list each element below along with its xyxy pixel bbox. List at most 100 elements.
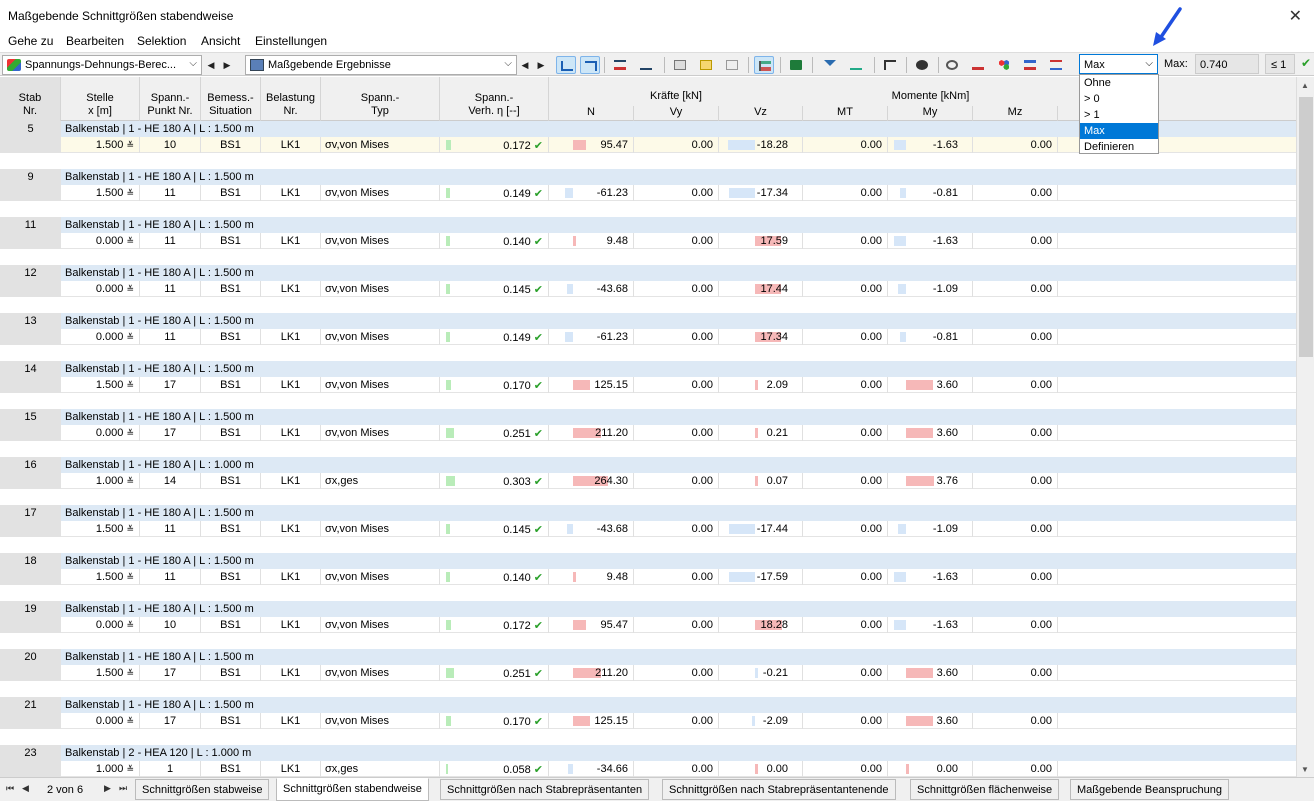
menu-ansicht[interactable]: Ansicht <box>201 34 240 48</box>
data-row[interactable]: 0.000 ≚ 10 BS1 LK1 σv,von Mises 0.172 ✔ … <box>61 617 1296 633</box>
tab-flaechenweise[interactable]: Schnittgrößen flächenweise <box>910 779 1060 800</box>
close-icon[interactable]: ✕ <box>1289 6 1302 26</box>
dropdown-option-gt1[interactable]: > 1 <box>1080 107 1158 123</box>
next-arrow-icon[interactable]: ▶ <box>220 55 234 75</box>
col-mt: MT <box>803 106 888 121</box>
sort-icon: ≚ <box>126 716 134 726</box>
select-cursor-icon[interactable] <box>880 56 900 74</box>
table-row[interactable]: 16 Balkenstab | 1 - HE 180 A | L : 1.000… <box>0 457 1296 505</box>
prev-page-icon[interactable]: ◀ <box>22 783 29 794</box>
data-row[interactable]: 1.500 ≚ 17 BS1 LK1 σv,von Mises 0.251 ✔ … <box>61 665 1296 681</box>
col-mz: Mz <box>973 106 1058 121</box>
section-view-icon[interactable] <box>610 56 630 74</box>
tab-schnittgroessen-stabweise[interactable]: Schnittgrößen stabweise <box>135 779 270 800</box>
cell-loading: LK1 <box>261 761 321 777</box>
table-row[interactable]: 15 Balkenstab | 1 - HE 180 A | L : 1.500… <box>0 409 1296 457</box>
cell-my: -0.81 <box>888 185 973 201</box>
table-row[interactable]: 19 Balkenstab | 1 - HE 180 A | L : 1.500… <box>0 601 1296 649</box>
table-row[interactable]: 17 Balkenstab | 1 - HE 180 A | L : 1.500… <box>0 505 1296 553</box>
excel-export-icon[interactable] <box>786 56 806 74</box>
next-page-icon[interactable]: ▶ <box>104 783 111 794</box>
cell-value: 95.47 <box>600 139 628 151</box>
table-yellow-icon[interactable] <box>696 56 716 74</box>
data-row[interactable]: 0.000 ≚ 11 BS1 LK1 σv,von Mises 0.149 ✔ … <box>61 329 1296 345</box>
tab-schnittgroessen-stabendweise[interactable]: Schnittgrößen stabendweise <box>276 778 429 801</box>
table-row[interactable]: 14 Balkenstab | 1 - HE 180 A | L : 1.500… <box>0 361 1296 409</box>
data-row[interactable]: 1.500 ≚ 11 BS1 LK1 σv,von Mises 0.140 ✔ … <box>61 569 1296 585</box>
data-row[interactable]: 1.500 ≚ 11 BS1 LK1 σv,von Mises 0.149 ✔ … <box>61 185 1296 201</box>
data-row[interactable]: 0.000 ≚ 11 BS1 LK1 σv,von Mises 0.145 ✔ … <box>61 281 1296 297</box>
data-row[interactable]: 1.500 ≚ 11 BS1 LK1 σv,von Mises 0.145 ✔ … <box>61 521 1296 537</box>
tab-massgebende-beanspruchung[interactable]: Maßgebende Beanspruchung <box>1070 779 1229 800</box>
menu-selektion[interactable]: Selektion <box>137 34 186 48</box>
cell-ratio: 0.149 ✔ <box>440 185 549 201</box>
data-row[interactable]: 0.000 ≚ 17 BS1 LK1 σv,von Mises 0.170 ✔ … <box>61 713 1296 729</box>
last-page-icon[interactable]: ⏭ <box>119 783 127 794</box>
data-row[interactable]: 0.000 ≚ 17 BS1 LK1 σv,von Mises 0.251 ✔ … <box>61 425 1296 441</box>
scroll-up-icon[interactable]: ▲ <box>1301 81 1309 90</box>
xxx-values-icon[interactable] <box>636 56 656 74</box>
cell-n: 95.47 <box>549 137 634 153</box>
scrollbar-thumb[interactable] <box>1299 97 1313 357</box>
line-style-icon[interactable] <box>1046 56 1066 74</box>
cell-value: 0.172 <box>503 140 531 152</box>
filter-dropdown[interactable]: Ohne > 0 > 1 Max Definieren <box>1079 74 1159 154</box>
data-row[interactable]: 0.000 ≚ 11 BS1 LK1 σv,von Mises 0.140 ✔ … <box>61 233 1296 249</box>
table-icon[interactable] <box>670 56 690 74</box>
member-axis-icon[interactable] <box>968 56 988 74</box>
search-icon[interactable] <box>942 56 962 74</box>
dropdown-option-max[interactable]: Max <box>1080 123 1158 139</box>
check-icon: ✔ <box>533 524 543 536</box>
table-row[interactable]: 21 Balkenstab | 1 - HE 180 A | L : 1.500… <box>0 697 1296 745</box>
results-select[interactable]: Maßgebende Ergebnisse ⌵ <box>245 55 517 75</box>
cell-mz: 0.00 <box>973 761 1058 777</box>
cell-value: -34.66 <box>596 763 628 775</box>
decimal-places-icon[interactable] <box>846 56 866 74</box>
table-row[interactable]: 9 Balkenstab | 1 - HE 180 A | L : 1.500 … <box>0 169 1296 217</box>
table-row[interactable]: 23 Balkenstab | 2 - HEA 120 | L : 1.000 … <box>0 745 1296 777</box>
prev-arrow-icon[interactable]: ◀ <box>204 55 218 75</box>
scroll-down-icon[interactable]: ▼ <box>1301 765 1309 774</box>
data-row[interactable]: 1.500 ≚ 17 BS1 LK1 σv,von Mises 0.170 ✔ … <box>61 377 1296 393</box>
check-icon: ✔ <box>533 428 543 440</box>
cell-n: 264.30 <box>549 473 634 489</box>
filter-icon[interactable] <box>820 56 840 74</box>
header-label: x [m] <box>88 105 112 117</box>
prev-arrow-icon[interactable]: ◀ <box>518 55 532 75</box>
filter-select[interactable]: Max ⌵ <box>1079 54 1158 74</box>
limit-value-field[interactable]: ≤ 1 <box>1265 54 1295 74</box>
dropdown-option-definieren[interactable]: Definieren <box>1080 139 1158 155</box>
table-row[interactable]: 12 Balkenstab | 1 - HE 180 A | L : 1.500… <box>0 265 1296 313</box>
help-icon[interactable] <box>912 56 932 74</box>
member-direction-icon[interactable] <box>556 56 576 74</box>
menu-bearbeiten[interactable]: Bearbeiten <box>66 34 124 48</box>
menu-einstellungen[interactable]: Einstellungen <box>255 34 327 48</box>
data-row[interactable]: 1.000 ≚ 1 BS1 LK1 σx,ges 0.058 ✔ -34.66 … <box>61 761 1296 777</box>
table-grey-icon[interactable] <box>722 56 742 74</box>
dropdown-option-gt0[interactable]: > 0 <box>1080 91 1158 107</box>
dropdown-option-ohne[interactable]: Ohne <box>1080 75 1158 91</box>
vertical-scrollbar[interactable]: ▲ ▼ <box>1296 77 1314 777</box>
tab-stabrepraesentantenende[interactable]: Schnittgrößen nach Stabrepräsentantenend… <box>662 779 896 800</box>
table-row[interactable]: 18 Balkenstab | 1 - HE 180 A | L : 1.500… <box>0 553 1296 601</box>
menu-gehe-zu[interactable]: Gehe zu <box>8 34 53 48</box>
table-row[interactable]: 13 Balkenstab | 1 - HE 180 A | L : 1.500… <box>0 313 1296 361</box>
cell-value: 0.00 <box>766 763 788 775</box>
bar-chart-icon[interactable] <box>754 56 774 74</box>
cell-x: 0.000 ≚ <box>61 281 140 297</box>
cell-vy: 0.00 <box>634 665 719 681</box>
tab-stabrepraesentanten[interactable]: Schnittgrößen nach Stabrepräsentanten <box>440 779 650 800</box>
cell-value: 264.30 <box>594 475 628 487</box>
member-number: 21 <box>0 697 61 729</box>
info-badge-icon[interactable] <box>1020 56 1040 74</box>
table-row[interactable]: 11 Balkenstab | 1 - HE 180 A | L : 1.500… <box>0 217 1296 265</box>
cell-value: 3.60 <box>936 667 958 679</box>
data-row[interactable]: 1.000 ≚ 14 BS1 LK1 σx,ges 0.303 ✔ 264.30… <box>61 473 1296 489</box>
color-dots-icon[interactable] <box>994 56 1014 74</box>
next-arrow-icon[interactable]: ▶ <box>534 55 548 75</box>
table-row[interactable]: 20 Balkenstab | 1 - HE 180 A | L : 1.500… <box>0 649 1296 697</box>
first-page-icon[interactable]: ⏮ <box>6 783 14 794</box>
col-my: My <box>888 106 973 121</box>
member-reverse-icon[interactable] <box>580 56 600 74</box>
module-select[interactable]: Spannungs-Dehnungs-Berec... ⌵ <box>2 55 202 75</box>
